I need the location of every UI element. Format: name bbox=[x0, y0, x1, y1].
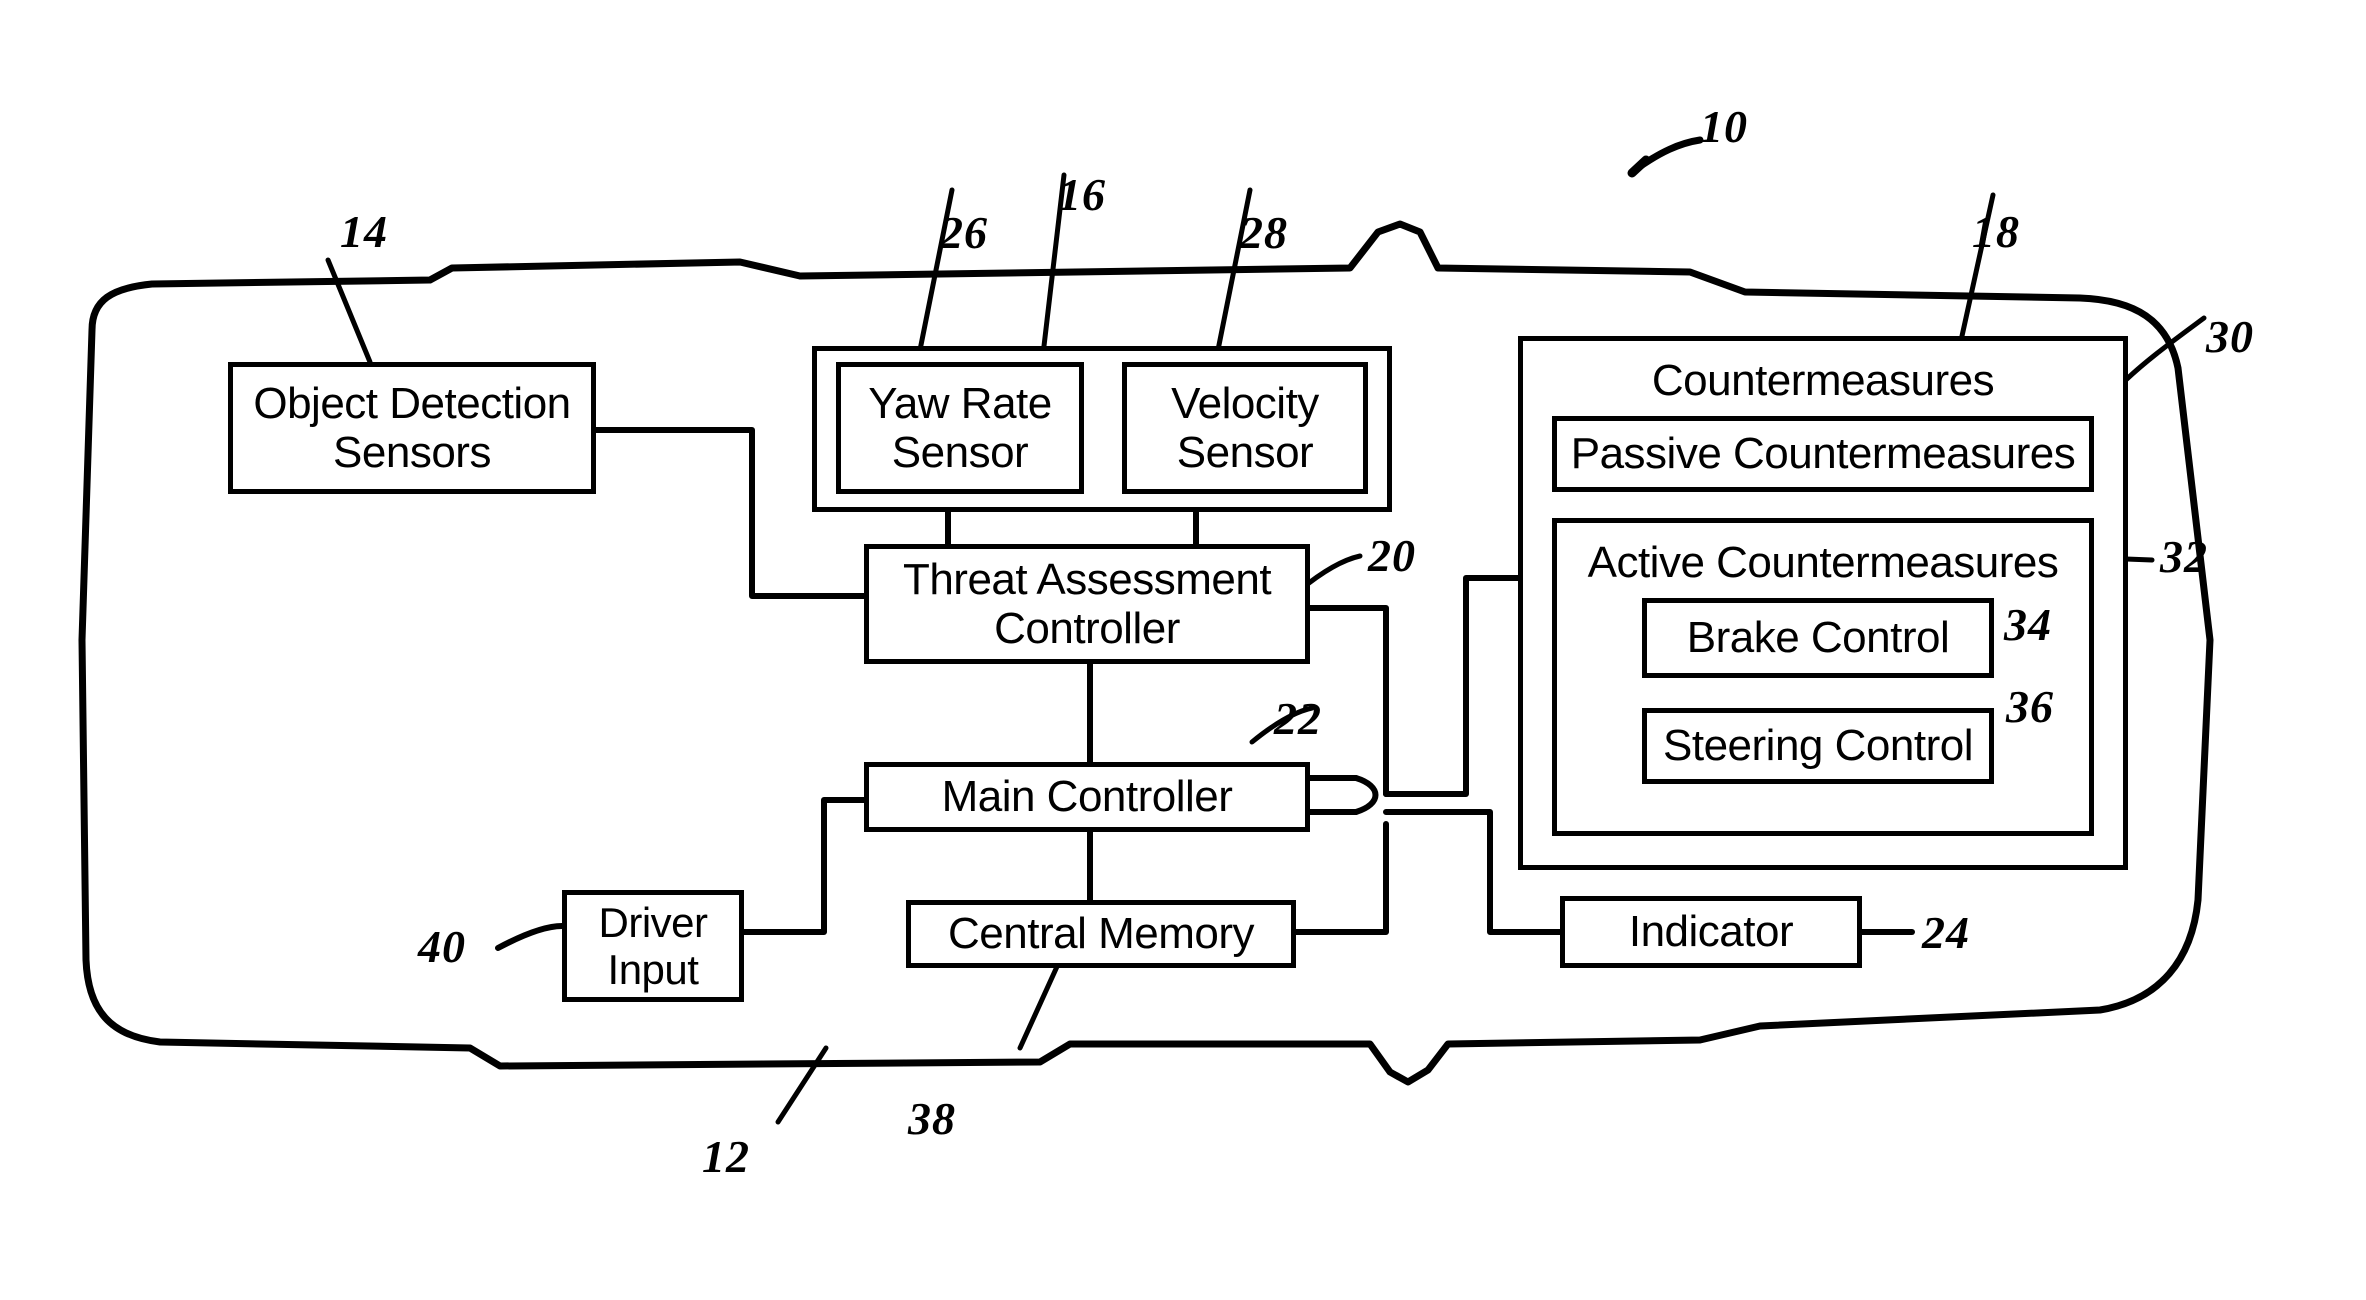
central-memory-box[interactable]: Central Memory bbox=[906, 900, 1296, 968]
reference-numeral-12: 12 bbox=[702, 1131, 750, 1182]
object-detection-sensors-label: Object Detection Sensors bbox=[253, 378, 571, 477]
reference-numeral-14: 14 bbox=[340, 206, 388, 257]
wire-cm-right bbox=[1293, 821, 1389, 935]
threat-assessment-controller-box[interactable]: Threat Assessment Controller bbox=[864, 544, 1310, 664]
reference-numeral-10: 10 bbox=[1700, 101, 1748, 152]
reference-numeral-30: 30 bbox=[2206, 311, 2254, 362]
patent-figure-canvas: Object Detection Sensors Yaw Rate Sensor… bbox=[0, 0, 2366, 1300]
central-memory-label: Central Memory bbox=[948, 909, 1254, 959]
lead-line-38 bbox=[1017, 957, 1063, 1051]
object-detection-sensors-box[interactable]: Object Detection Sensors bbox=[228, 362, 596, 494]
active-countermeasures-title: Active Countermeasures bbox=[1587, 538, 2059, 587]
indicator-label: Indicator bbox=[1628, 907, 1794, 957]
reference-numeral-20: 20 bbox=[1368, 530, 1416, 581]
velocity-sensor-label: Velocity Sensor bbox=[1171, 378, 1319, 477]
reference-numeral-38: 38 bbox=[908, 1093, 956, 1144]
steering-control-label: Steering Control bbox=[1663, 721, 1973, 771]
velocity-sensor-box[interactable]: Velocity Sensor bbox=[1122, 362, 1368, 494]
yaw-rate-sensor-box[interactable]: Yaw Rate Sensor bbox=[836, 362, 1084, 494]
yaw-rate-sensor-label: Yaw Rate Sensor bbox=[868, 378, 1052, 477]
reference-numeral-28: 28 bbox=[1240, 207, 1288, 258]
wire-crossover-arc bbox=[1353, 775, 1379, 815]
lead-arrow-10 bbox=[1627, 155, 1651, 178]
driver-input-label: Driver Input bbox=[598, 898, 709, 993]
brake-control-label: Brake Control bbox=[1686, 613, 1950, 663]
passive-countermeasures-box[interactable]: Passive Countermeasures bbox=[1552, 416, 2094, 492]
wire-di-to-mc bbox=[741, 797, 867, 935]
wire-bus-to-countermeasures bbox=[1383, 575, 1521, 797]
lead-line-40 bbox=[495, 923, 565, 951]
reference-numeral-36: 36 bbox=[2006, 681, 2054, 732]
reference-numeral-22: 22 bbox=[1274, 693, 1322, 744]
reference-numeral-40: 40 bbox=[418, 921, 466, 972]
reference-numeral-16: 16 bbox=[1058, 169, 1106, 220]
threat-assessment-controller-label: Threat Assessment Controller bbox=[902, 554, 1272, 653]
passive-countermeasures-label: Passive Countermeasures bbox=[1570, 429, 2076, 479]
reference-numeral-26: 26 bbox=[940, 207, 988, 258]
main-controller-box[interactable]: Main Controller bbox=[864, 762, 1310, 832]
steering-control-box[interactable]: Steering Control bbox=[1642, 708, 1994, 784]
reference-numeral-24: 24 bbox=[1922, 907, 1970, 958]
reference-numeral-34: 34 bbox=[2004, 599, 2052, 650]
lead-line-14 bbox=[325, 257, 373, 365]
indicator-box[interactable]: Indicator bbox=[1560, 896, 1862, 968]
driver-input-box[interactable]: Driver Input bbox=[562, 890, 744, 1002]
reference-numeral-18: 18 bbox=[1972, 206, 2020, 257]
reference-numeral-32: 32 bbox=[2160, 531, 2208, 582]
countermeasures-title: Countermeasures bbox=[1651, 356, 1995, 405]
lead-line-12 bbox=[775, 1045, 829, 1125]
main-controller-label: Main Controller bbox=[941, 772, 1233, 822]
brake-control-box[interactable]: Brake Control bbox=[1642, 598, 1994, 678]
